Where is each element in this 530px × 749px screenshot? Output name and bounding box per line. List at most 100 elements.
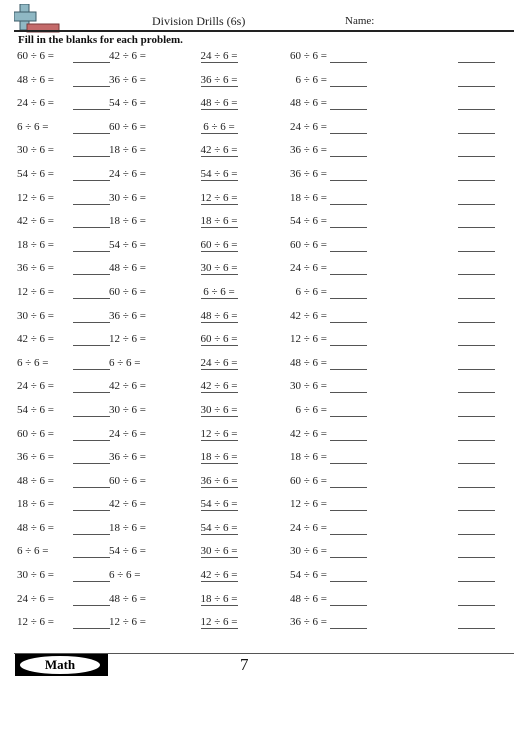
answer-blank[interactable] (458, 463, 495, 465)
answer-blank[interactable] (73, 156, 110, 158)
answer-blank[interactable] (73, 557, 110, 559)
answer-blank[interactable] (330, 274, 367, 276)
answer-blank[interactable] (73, 439, 110, 441)
answer-blank[interactable] (330, 439, 367, 441)
answer-blank[interactable] (330, 132, 367, 134)
answer-blank[interactable] (201, 85, 238, 87)
answer-blank[interactable] (201, 392, 238, 394)
answer-blank[interactable] (330, 510, 367, 512)
answer-blank[interactable] (330, 62, 367, 63)
answer-blank[interactable] (73, 533, 110, 535)
answer-blank[interactable] (73, 510, 110, 512)
answer-blank[interactable] (73, 368, 110, 370)
answer-blank[interactable] (73, 463, 110, 465)
answer-blank[interactable] (330, 179, 367, 181)
answer-blank[interactable] (330, 557, 367, 559)
answer-blank[interactable] (201, 486, 238, 488)
answer-blank[interactable] (330, 321, 367, 323)
answer-blank[interactable] (73, 345, 110, 347)
answer-blank[interactable] (458, 557, 495, 559)
answer-blank[interactable] (201, 510, 238, 512)
answer-blank[interactable] (458, 109, 495, 111)
answer-blank[interactable] (458, 132, 495, 134)
answer-blank[interactable] (458, 156, 495, 158)
answer-blank[interactable] (201, 533, 238, 535)
answer-blank[interactable] (458, 415, 495, 417)
answer-blank[interactable] (73, 274, 110, 276)
answer-blank[interactable] (73, 392, 110, 394)
answer-blank[interactable] (330, 345, 367, 347)
answer-blank[interactable] (458, 604, 495, 606)
answer-blank[interactable] (201, 132, 238, 134)
answer-blank[interactable] (458, 533, 495, 535)
answer-blank[interactable] (201, 439, 238, 441)
answer-blank[interactable] (458, 274, 495, 276)
answer-blank[interactable] (73, 227, 110, 229)
answer-blank[interactable] (201, 156, 238, 158)
answer-blank[interactable] (458, 62, 495, 63)
answer-blank[interactable] (201, 368, 238, 370)
answer-blank[interactable] (73, 250, 110, 252)
answer-blank[interactable] (458, 510, 495, 512)
answer-blank[interactable] (201, 345, 238, 347)
answer-blank[interactable] (73, 297, 110, 299)
answer-blank[interactable] (201, 250, 238, 252)
answer-blank[interactable] (201, 321, 238, 323)
answer-blank[interactable] (458, 439, 495, 441)
answer-blank[interactable] (201, 274, 238, 276)
answer-blank[interactable] (73, 604, 110, 606)
answer-blank[interactable] (330, 109, 367, 111)
answer-blank[interactable] (458, 203, 495, 205)
answer-blank[interactable] (201, 203, 238, 205)
answer-blank[interactable] (458, 368, 495, 370)
answer-blank[interactable] (201, 109, 238, 111)
answer-blank[interactable] (330, 297, 367, 299)
answer-blank[interactable] (330, 463, 367, 465)
answer-blank[interactable] (458, 628, 495, 630)
answer-blank[interactable] (458, 345, 495, 347)
answer-blank[interactable] (73, 109, 110, 111)
answer-blank[interactable] (201, 227, 238, 229)
answer-blank[interactable] (458, 85, 495, 87)
answer-blank[interactable] (201, 628, 238, 630)
answer-blank[interactable] (73, 628, 110, 630)
answer-blank[interactable] (201, 557, 238, 559)
answer-blank[interactable] (330, 368, 367, 370)
answer-blank[interactable] (458, 392, 495, 394)
answer-blank[interactable] (458, 179, 495, 181)
answer-blank[interactable] (458, 321, 495, 323)
answer-blank[interactable] (330, 227, 367, 229)
answer-blank[interactable] (458, 250, 495, 252)
answer-blank[interactable] (330, 581, 367, 583)
answer-blank[interactable] (330, 415, 367, 417)
answer-blank[interactable] (330, 203, 367, 205)
answer-blank[interactable] (330, 250, 367, 252)
answer-blank[interactable] (73, 179, 110, 181)
answer-blank[interactable] (330, 85, 367, 87)
answer-blank[interactable] (73, 581, 110, 583)
answer-blank[interactable] (330, 628, 367, 630)
answer-blank[interactable] (73, 203, 110, 205)
answer-blank[interactable] (201, 62, 238, 63)
answer-blank[interactable] (73, 85, 110, 87)
answer-blank[interactable] (458, 297, 495, 299)
answer-blank[interactable] (73, 486, 110, 488)
answer-blank[interactable] (73, 415, 110, 417)
answer-blank[interactable] (330, 533, 367, 535)
answer-blank[interactable] (201, 581, 238, 583)
answer-blank[interactable] (330, 392, 367, 394)
answer-blank[interactable] (201, 415, 238, 417)
answer-blank[interactable] (201, 297, 238, 299)
answer-blank[interactable] (73, 132, 110, 134)
answer-blank[interactable] (458, 227, 495, 229)
answer-blank[interactable] (330, 604, 367, 606)
answer-blank[interactable] (73, 62, 110, 63)
answer-blank[interactable] (458, 486, 495, 488)
answer-blank[interactable] (201, 179, 238, 181)
answer-blank[interactable] (330, 486, 367, 488)
answer-blank[interactable] (73, 321, 110, 323)
answer-blank[interactable] (201, 463, 238, 465)
answer-blank[interactable] (458, 581, 495, 583)
answer-blank[interactable] (330, 156, 367, 158)
answer-blank[interactable] (201, 604, 238, 606)
